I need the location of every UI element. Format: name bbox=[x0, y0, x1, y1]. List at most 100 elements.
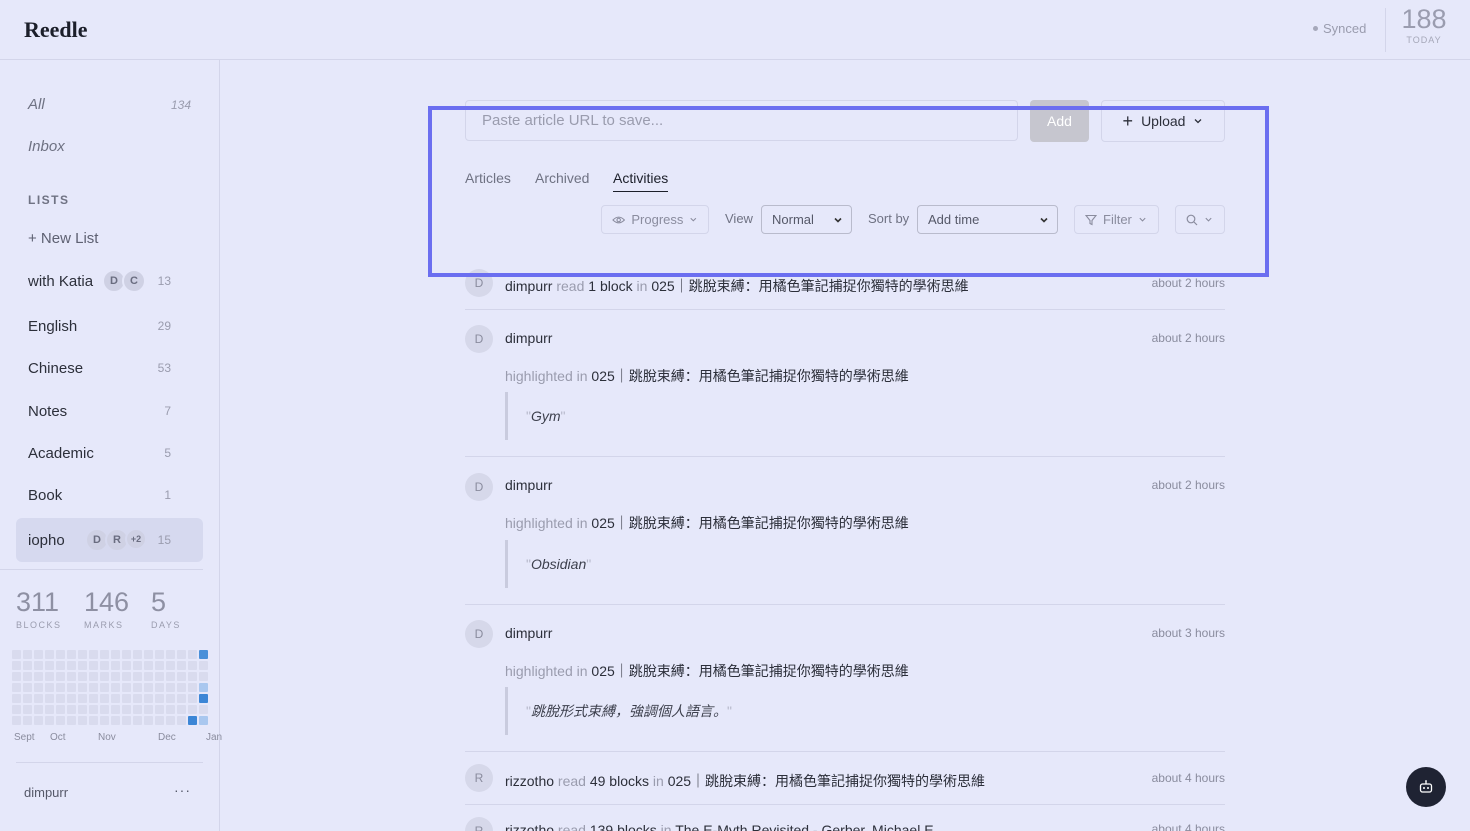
sidebar-item-chinese[interactable]: Chinese 53 bbox=[16, 346, 203, 390]
search-dropdown[interactable] bbox=[1175, 205, 1225, 234]
heatmap-cell bbox=[155, 716, 164, 725]
heatmap-cell bbox=[199, 650, 208, 659]
activity-user[interactable]: dimpurr bbox=[505, 330, 552, 346]
quote-close: " bbox=[726, 703, 732, 719]
activity-article-link[interactable]: 025｜跳脫束縛：用橘色筆記捕捉你獨特的學術思維 bbox=[591, 663, 908, 679]
heatmap-cell bbox=[177, 683, 186, 692]
sync-dot-icon bbox=[1313, 26, 1318, 32]
tab-activities[interactable]: Activities bbox=[613, 170, 669, 192]
activity-time: about 2 hours bbox=[1151, 478, 1225, 492]
header-divider bbox=[1385, 8, 1386, 52]
heatmap-cell bbox=[100, 672, 109, 681]
avatar-more: +2 bbox=[125, 528, 147, 550]
heatmap-cell bbox=[144, 650, 153, 659]
stat-label: MARKS bbox=[84, 620, 124, 630]
sort-label: Sort by bbox=[868, 211, 910, 226]
activity-article-link[interactable]: 025｜跳脫束縛：用橘色筆記捕捉你獨特的學術思維 bbox=[591, 368, 908, 384]
heatmap-cell bbox=[199, 705, 208, 714]
sidebar-item-iopho[interactable]: iopho D R +2 15 bbox=[16, 518, 203, 562]
chevron-down-icon bbox=[1205, 217, 1212, 222]
view-select[interactable]: Normal bbox=[761, 205, 852, 234]
heatmap-cell bbox=[188, 650, 197, 659]
month-label: Oct bbox=[50, 732, 66, 743]
list-count: 15 bbox=[157, 533, 171, 547]
heatmap-cell bbox=[155, 705, 164, 714]
heatmap-cell bbox=[12, 661, 21, 670]
feed-divider bbox=[465, 604, 1225, 605]
today-count: 188 bbox=[1401, 4, 1447, 34]
heatmap-cell bbox=[78, 661, 87, 670]
filter-dropdown[interactable]: Filter bbox=[1074, 205, 1159, 234]
activity-line: highlighted in 025｜跳脫束縛：用橘色筆記捕捉你獨特的學術思維 bbox=[505, 513, 909, 533]
sidebar-item-all[interactable]: All bbox=[28, 96, 45, 113]
upload-button[interactable]: + Upload bbox=[1101, 100, 1225, 142]
sync-status-label: Synced bbox=[1323, 21, 1367, 36]
tab-archived[interactable]: Archived bbox=[535, 170, 589, 186]
avatar: D bbox=[465, 269, 493, 297]
list-count: 29 bbox=[157, 319, 171, 333]
heatmap-cell bbox=[56, 705, 65, 714]
user-menu-button[interactable]: ··· bbox=[174, 782, 191, 798]
activity-user[interactable]: rizzotho bbox=[505, 773, 554, 789]
heatmap-cell bbox=[100, 650, 109, 659]
sidebar-item-with-katia[interactable]: with Katia D C 13 bbox=[16, 259, 203, 303]
activity-article-link[interactable]: 025｜跳脫束縛：用橘色筆記捕捉你獨特的學術思維 bbox=[668, 773, 985, 789]
tab-articles[interactable]: Articles bbox=[465, 170, 511, 186]
heatmap-cell bbox=[199, 661, 208, 670]
activity-time: about 3 hours bbox=[1151, 626, 1225, 640]
heatmap-cell bbox=[78, 705, 87, 714]
list-count: 13 bbox=[157, 274, 171, 288]
sidebar-item-english[interactable]: English 29 bbox=[16, 304, 203, 348]
activity-prep: in bbox=[660, 822, 672, 831]
heatmap-cell bbox=[188, 694, 197, 703]
list-name: Academic bbox=[28, 445, 94, 462]
heatmap-cell bbox=[155, 661, 164, 670]
user-name[interactable]: dimpurr bbox=[24, 785, 68, 800]
heatmap-cell bbox=[166, 661, 175, 670]
heatmap-cell bbox=[34, 694, 43, 703]
heatmap-cell bbox=[133, 694, 142, 703]
sidebar-item-book[interactable]: Book 1 bbox=[16, 473, 203, 517]
new-list-button[interactable]: + New List bbox=[28, 230, 98, 247]
heatmap-cell bbox=[100, 683, 109, 692]
activity-detail: 139 blocks bbox=[589, 822, 657, 831]
heatmap-cell bbox=[67, 661, 76, 670]
activity-article-link[interactable]: 025｜跳脫束縛：用橘色筆記捕捉你獨特的學術思維 bbox=[591, 515, 908, 531]
highlight-quote[interactable]: " 跳脫形式束縛，強調個人語言。 " bbox=[505, 687, 1225, 735]
plus-icon: + bbox=[1122, 110, 1134, 131]
heatmap-cell bbox=[23, 672, 32, 681]
heatmap-cell bbox=[56, 716, 65, 725]
feed-divider bbox=[465, 751, 1225, 752]
assistant-bot-button[interactable] bbox=[1406, 767, 1446, 807]
stat-value: 311 bbox=[16, 587, 60, 617]
progress-dropdown[interactable]: Progress bbox=[601, 205, 709, 234]
add-button[interactable]: Add bbox=[1030, 100, 1089, 142]
app-logo[interactable]: Reedle bbox=[24, 17, 88, 43]
url-input[interactable] bbox=[465, 100, 1018, 141]
sidebar-divider bbox=[0, 569, 203, 570]
heatmap-cell bbox=[122, 683, 131, 692]
heatmap-cell bbox=[111, 672, 120, 681]
heatmap-cell bbox=[199, 716, 208, 725]
activity-user[interactable]: rizzotho bbox=[505, 822, 554, 831]
sort-select[interactable]: Add time bbox=[917, 205, 1058, 234]
activity-article-link[interactable]: The E-Myth Revisited - Gerber, Michael E… bbox=[675, 822, 937, 831]
stat-days: 5 DAYS bbox=[151, 587, 181, 630]
heatmap-cell bbox=[155, 683, 164, 692]
activity-user[interactable]: dimpurr bbox=[505, 477, 552, 493]
heatmap-cell bbox=[67, 705, 76, 714]
activity-article-link[interactable]: 025｜跳脫束縛：用橘色筆記捕捉你獨特的學術思維 bbox=[651, 278, 968, 294]
activity-user[interactable]: dimpurr bbox=[505, 625, 552, 641]
highlight-quote[interactable]: " Obsidian " bbox=[505, 540, 1225, 588]
list-name: with Katia bbox=[28, 273, 94, 290]
heatmap-cell bbox=[12, 716, 21, 725]
highlight-quote[interactable]: " Gym " bbox=[505, 392, 1225, 440]
heatmap-cell bbox=[155, 650, 164, 659]
sidebar-item-inbox[interactable]: Inbox bbox=[28, 138, 65, 155]
sidebar-item-academic[interactable]: Academic 5 bbox=[16, 431, 203, 475]
chevron-down-icon bbox=[1139, 217, 1146, 222]
activity-prep: in bbox=[636, 278, 648, 294]
activity-user[interactable]: dimpurr bbox=[505, 278, 552, 294]
sidebar-item-notes[interactable]: Notes 7 bbox=[16, 389, 203, 433]
heatmap-cell bbox=[166, 650, 175, 659]
